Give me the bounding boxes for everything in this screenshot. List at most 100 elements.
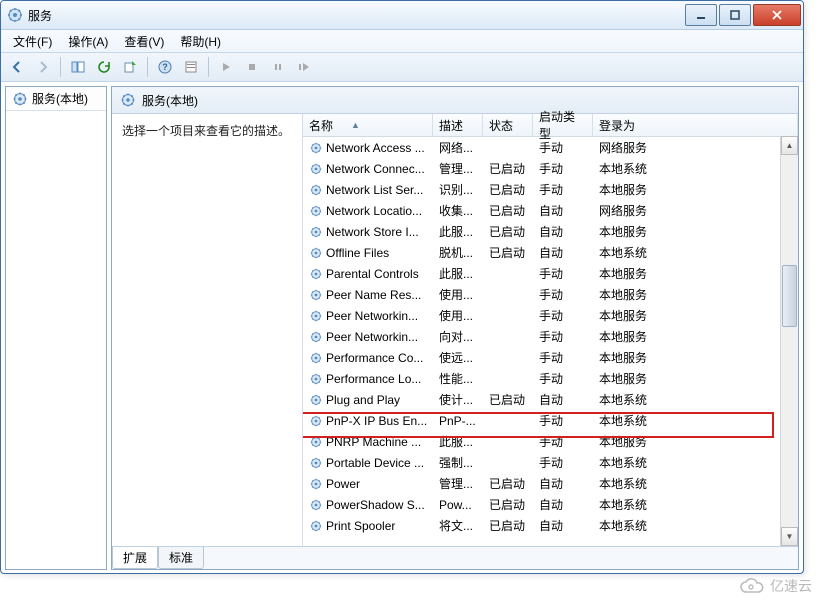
- cell-logon: 本地服务: [595, 349, 798, 366]
- menu-help[interactable]: 帮助(H): [172, 31, 229, 52]
- cell-name: PNRP Machine ...: [305, 435, 435, 449]
- table-row[interactable]: Performance Lo...性能...手动本地服务: [303, 368, 798, 389]
- scroll-up-button[interactable]: ▲: [781, 136, 798, 155]
- table-row[interactable]: Performance Co...使远...手动本地服务: [303, 347, 798, 368]
- table-row[interactable]: Network Store I...此服...已启动自动本地服务: [303, 221, 798, 242]
- gear-icon: [309, 477, 323, 491]
- cell-startup: 手动: [535, 181, 595, 198]
- menu-view[interactable]: 查看(V): [116, 31, 172, 52]
- column-headers: 名称▲ 描述 状态 启动类型 登录为: [303, 114, 798, 137]
- cell-logon: 本地系统: [595, 496, 798, 513]
- separator: [60, 57, 61, 77]
- description-prompt: 选择一个项目来查看它的描述。: [122, 124, 290, 138]
- col-name[interactable]: 名称▲: [303, 114, 433, 136]
- tree-root-label: 服务(本地): [32, 90, 88, 107]
- table-row[interactable]: Offline Files脱机...已启动自动本地系统: [303, 242, 798, 263]
- cell-name: Network Connec...: [305, 162, 435, 176]
- cell-status: 已启动: [485, 391, 535, 408]
- restart-service-button[interactable]: [292, 55, 316, 79]
- cell-startup: 手动: [535, 370, 595, 387]
- table-row[interactable]: PnP-X IP Bus En...PnP-...手动本地系统: [303, 410, 798, 431]
- table-row[interactable]: Print Spooler将文...已启动自动本地系统: [303, 515, 798, 536]
- cell-desc: PnP-...: [435, 414, 485, 428]
- gear-icon: [309, 246, 323, 260]
- scroll-thumb[interactable]: [782, 265, 797, 327]
- scroll-down-button[interactable]: ▼: [781, 527, 798, 546]
- cell-name: Peer Name Res...: [305, 288, 435, 302]
- cell-logon: 本地系统: [595, 517, 798, 534]
- cell-desc: 使远...: [435, 349, 485, 366]
- col-status[interactable]: 状态: [483, 114, 533, 136]
- show-hide-tree-button[interactable]: [66, 55, 90, 79]
- menu-action[interactable]: 操作(A): [60, 31, 116, 52]
- gear-icon: [309, 183, 323, 197]
- service-rows: Network Access ...网络...手动网络服务Network Con…: [303, 137, 798, 536]
- cell-desc: 此服...: [435, 265, 485, 282]
- table-row[interactable]: Peer Networkin...使用...手动本地服务: [303, 305, 798, 326]
- table-row[interactable]: Power管理...已启动自动本地系统: [303, 473, 798, 494]
- gear-icon: [309, 225, 323, 239]
- menu-file[interactable]: 文件(F): [5, 31, 60, 52]
- cell-desc: 性能...: [435, 370, 485, 387]
- watermark-text: 亿速云: [770, 576, 812, 596]
- tree-root-services[interactable]: 服务(本地): [6, 87, 106, 111]
- titlebar[interactable]: 服务: [1, 1, 803, 30]
- table-row[interactable]: Plug and Play使计...已启动自动本地系统: [303, 389, 798, 410]
- tree-pane[interactable]: 服务(本地): [5, 86, 107, 570]
- cell-desc: 管理...: [435, 160, 485, 177]
- col-startup[interactable]: 启动类型: [533, 114, 593, 136]
- table-row[interactable]: Peer Name Res...使用...手动本地服务: [303, 284, 798, 305]
- cell-logon: 本地服务: [595, 181, 798, 198]
- start-service-button[interactable]: [214, 55, 238, 79]
- table-row[interactable]: Network List Ser...识别...已启动手动本地服务: [303, 179, 798, 200]
- vertical-scrollbar[interactable]: ▲ ▼: [780, 136, 798, 546]
- tab-standard[interactable]: 标准: [158, 547, 204, 569]
- close-button[interactable]: [753, 4, 801, 26]
- properties-button[interactable]: [179, 55, 203, 79]
- cell-name: Power: [305, 477, 435, 491]
- table-row[interactable]: Portable Device ...强制...手动本地系统: [303, 452, 798, 473]
- help-button[interactable]: ?: [153, 55, 177, 79]
- gear-icon: [309, 204, 323, 218]
- pause-service-button[interactable]: [266, 55, 290, 79]
- forward-button[interactable]: [31, 55, 55, 79]
- table-row[interactable]: PowerShadow S...Pow...已启动自动本地系统: [303, 494, 798, 515]
- gear-icon: [309, 519, 323, 533]
- cell-startup: 手动: [535, 349, 595, 366]
- cell-name: Network Store I...: [305, 225, 435, 239]
- col-desc[interactable]: 描述: [433, 114, 483, 136]
- tab-extended[interactable]: 扩展: [112, 547, 158, 569]
- table-row[interactable]: PNRP Machine ...此服...手动本地服务: [303, 431, 798, 452]
- gear-icon: [309, 351, 323, 365]
- gear-icon: [309, 393, 323, 407]
- cell-desc: 将文...: [435, 517, 485, 534]
- refresh-button[interactable]: [92, 55, 116, 79]
- export-button[interactable]: [118, 55, 142, 79]
- table-row[interactable]: Network Access ...网络...手动网络服务: [303, 137, 798, 158]
- watermark: 亿速云: [738, 576, 812, 596]
- cell-name: Network Locatio...: [305, 204, 435, 218]
- cell-startup: 手动: [535, 412, 595, 429]
- maximize-button[interactable]: [719, 4, 751, 26]
- table-row[interactable]: Network Connec...管理...已启动手动本地系统: [303, 158, 798, 179]
- scroll-track[interactable]: [781, 155, 798, 527]
- table-row[interactable]: Peer Networkin...向对...手动本地服务: [303, 326, 798, 347]
- cell-desc: 使用...: [435, 286, 485, 303]
- table-row[interactable]: Parental Controls此服...手动本地服务: [303, 263, 798, 284]
- cell-logon: 本地服务: [595, 223, 798, 240]
- gear-icon: [309, 372, 323, 386]
- cell-name: PnP-X IP Bus En...: [305, 414, 435, 428]
- col-logon[interactable]: 登录为: [593, 114, 798, 136]
- minimize-button[interactable]: [685, 4, 717, 26]
- cell-name: Network List Ser...: [305, 183, 435, 197]
- cell-status: 已启动: [485, 517, 535, 534]
- table-row[interactable]: Network Locatio...收集...已启动自动网络服务: [303, 200, 798, 221]
- back-button[interactable]: [5, 55, 29, 79]
- cell-logon: 本地服务: [595, 433, 798, 450]
- gear-icon: [309, 288, 323, 302]
- stop-service-button[interactable]: [240, 55, 264, 79]
- services-list[interactable]: 名称▲ 描述 状态 启动类型 登录为 Network Access ...网络.…: [302, 114, 798, 546]
- cell-status: 已启动: [485, 475, 535, 492]
- cell-startup: 自动: [535, 496, 595, 513]
- cell-name: Peer Networkin...: [305, 309, 435, 323]
